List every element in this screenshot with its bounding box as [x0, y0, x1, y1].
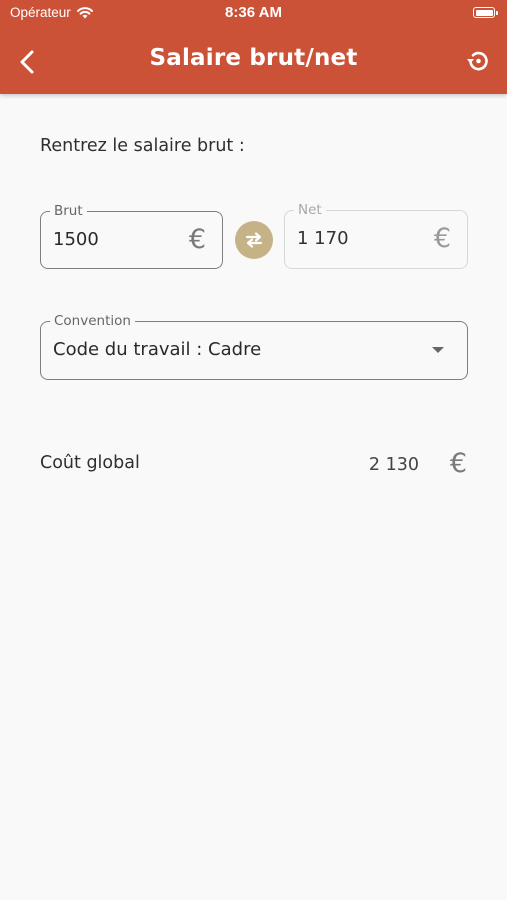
- brut-label: Brut: [50, 202, 87, 220]
- convention-select[interactable]: Convention Code du travail : Cadre: [40, 312, 468, 380]
- net-input[interactable]: Net 1 170 €: [284, 201, 468, 269]
- page-title: Salaire brut/net: [149, 45, 358, 71]
- status-bar: Opérateur 8:36 AM: [0, 0, 507, 30]
- swap-button[interactable]: [235, 221, 273, 259]
- instruction-text: Rentrez le salaire brut :: [40, 136, 245, 156]
- brut-input[interactable]: Brut 1500 €: [40, 202, 223, 269]
- swap-arrows-icon: [245, 232, 263, 248]
- convention-value: Code du travail : Cadre: [53, 339, 262, 360]
- app-header: Opérateur 8:36 AM Salaire brut/net: [0, 0, 507, 94]
- euro-icon: €: [188, 224, 206, 255]
- battery-icon: [473, 7, 498, 18]
- net-value: 1 170: [297, 228, 349, 249]
- euro-icon: €: [433, 223, 451, 254]
- reset-button[interactable]: [463, 46, 493, 76]
- global-cost-label: Coût global: [40, 453, 140, 473]
- history-reset-icon: [467, 51, 488, 71]
- euro-icon: €: [449, 448, 467, 479]
- brut-value: 1500: [53, 229, 99, 250]
- global-cost-value: 2 130: [368, 455, 419, 475]
- status-time: 8:36 AM: [225, 4, 282, 21]
- nav-bar: Salaire brut/net: [0, 30, 507, 92]
- net-label: Net: [294, 201, 326, 219]
- dropdown-caret-icon: [432, 347, 444, 353]
- convention-label: Convention: [50, 312, 135, 330]
